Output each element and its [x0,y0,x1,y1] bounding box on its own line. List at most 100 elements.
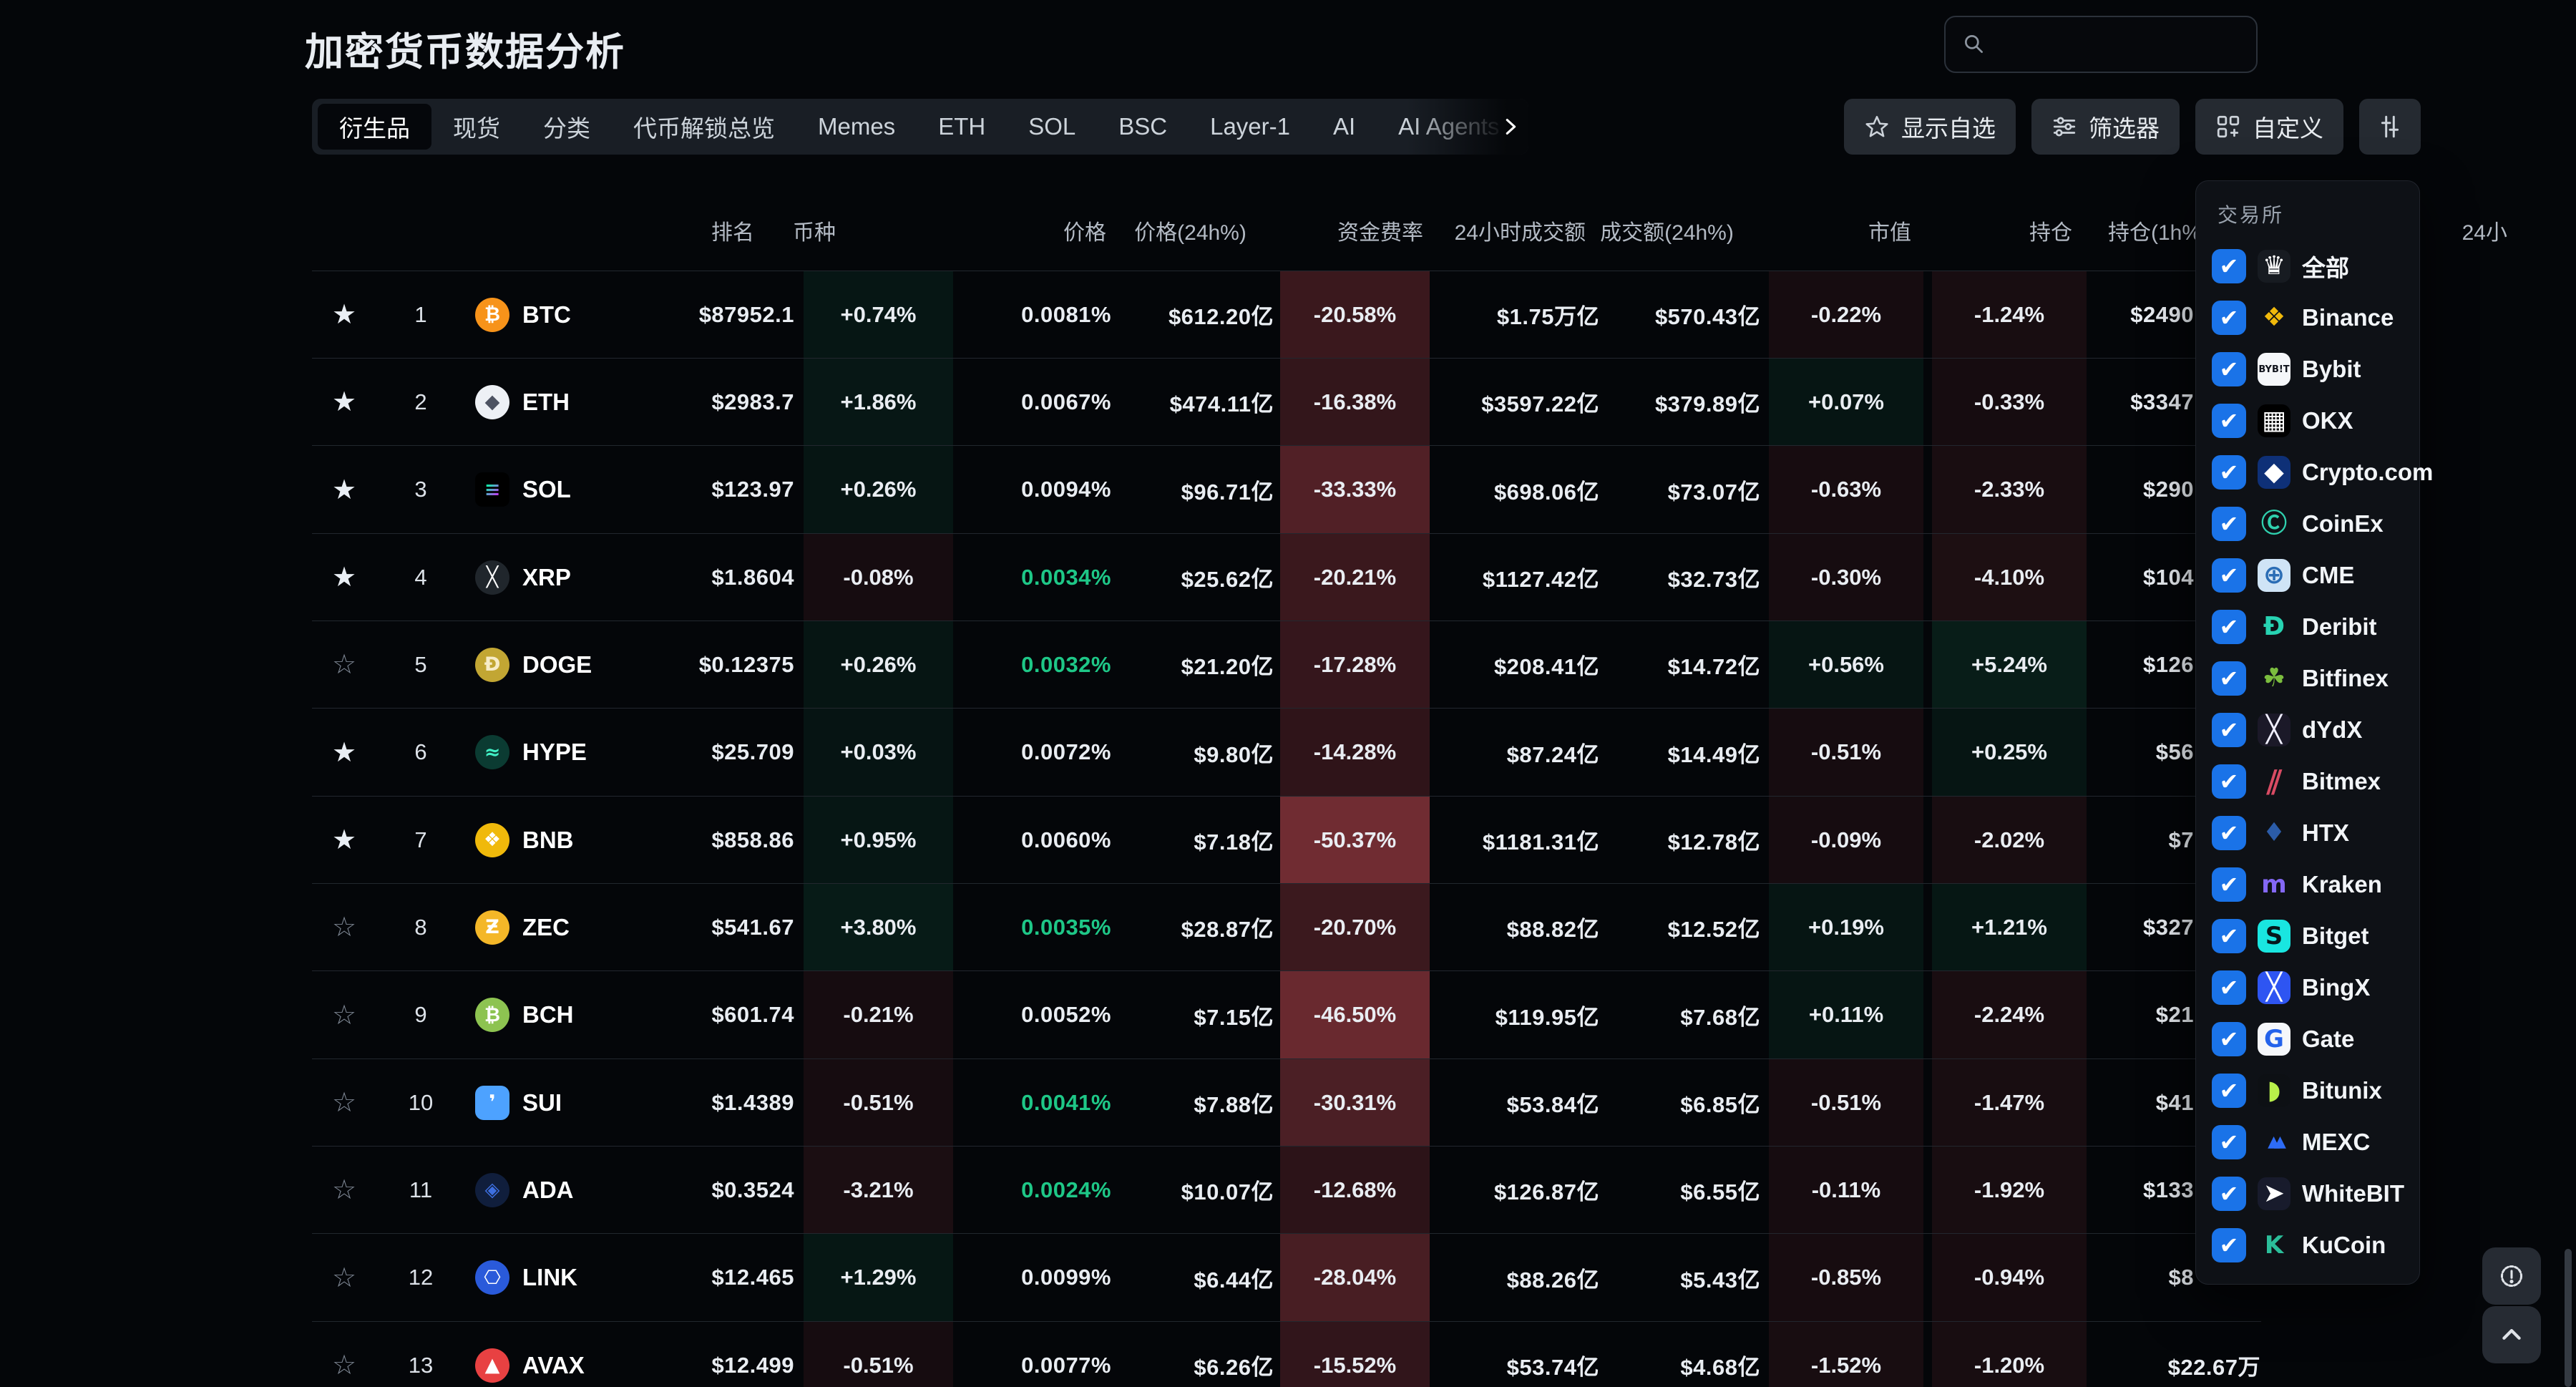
favorite-star[interactable]: ☆ [312,884,376,971]
checkbox-checked-icon[interactable]: ✔ [2212,713,2246,747]
coin-icon: ⎔ [475,1260,509,1295]
checkbox-checked-icon[interactable]: ✔ [2212,970,2246,1005]
exchange-item-Bybit[interactable]: ✔ BYB!T Bybit [2196,344,2419,395]
checkbox-checked-icon[interactable]: ✔ [2212,867,2246,902]
badge-alert-button[interactable] [2482,1247,2541,1305]
exchange-label: Bitmex [2302,768,2381,795]
table-row[interactable]: ★ 6 ≈ HYPE $25.709 +0.03% 0.0072% $9.80亿… [312,708,2261,796]
oi-change-1h: +0.11% [1769,971,1923,1058]
header-price[interactable]: 价格 [927,190,1106,270]
exchange-item-Deribit[interactable]: ✔ Đ Deribit [2196,601,2419,653]
exchange-item-WhiteBIT[interactable]: ✔ ➤ WhiteBIT [2196,1168,2419,1220]
market-cap: $1181.31亿 [1431,797,1599,884]
table-row[interactable]: ★ 7 ❖ BNB $858.86 +0.95% 0.0060% $7.18亿 … [312,796,2261,884]
favorite-star[interactable]: ★ [312,271,376,359]
exchange-item-Bitunix[interactable]: ✔ ◗ Bitunix [2196,1065,2419,1116]
coin-icon: Ƶ [475,910,509,945]
checkbox-checked-icon[interactable]: ✔ [2212,352,2246,386]
exchange-item-dYdX[interactable]: ✔ ╳ dYdX [2196,704,2419,756]
exchange-item-Gate[interactable]: ✔ G Gate [2196,1013,2419,1065]
favorite-star[interactable]: ★ [312,797,376,884]
exchange-item-Bitfinex[interactable]: ✔ ☘ Bitfinex [2196,653,2419,704]
checkbox-checked-icon[interactable]: ✔ [2212,661,2246,696]
exchange-item-Binance[interactable]: ✔ ❖ Binance [2196,292,2419,344]
header-rank[interactable]: 排名 [698,190,767,270]
favorite-star[interactable]: ★ [312,446,376,533]
favorite-star[interactable]: ☆ [312,1322,376,1387]
tabs-scroll-right-icon[interactable] [1500,116,1521,137]
header-funding[interactable]: 资金费率 [1264,190,1423,270]
oi-change-1h: -0.63% [1769,446,1923,533]
favorite-star[interactable]: ☆ [312,1147,376,1234]
funding-rate: 0.0041% [952,1059,1111,1147]
back-to-top-button[interactable] [2482,1306,2541,1363]
table-row[interactable]: ★ 4 ╳ XRP $1.8604 -0.08% 0.0034% $25.62亿… [312,533,2261,621]
exchange-item-Bitget[interactable]: ✔ S Bitget [2196,910,2419,962]
checkbox-checked-icon[interactable]: ✔ [2212,919,2246,953]
exchange-item-Bitmex[interactable]: ✔ ∥ Bitmex [2196,756,2419,807]
table-row[interactable]: ☆ 5 Ð DOGE $0.12375 +0.26% 0.0032% $21.2… [312,620,2261,709]
exchange-item-KuCoin[interactable]: ✔ K KuCoin [2196,1220,2419,1271]
checkbox-checked-icon[interactable]: ✔ [2212,764,2246,799]
checkbox-checked-icon[interactable]: ✔ [2212,507,2246,541]
open-interest: $73.07亿 [1603,446,1760,533]
table-row[interactable]: ☆ 13 ▲ AVAX $12.499 -0.51% 0.0077% $6.26… [312,1321,2261,1387]
market-cap: $1.75万亿 [1431,271,1599,359]
header-market-cap[interactable]: 市值 [1743,190,1911,270]
checkbox-checked-icon[interactable]: ✔ [2212,455,2246,490]
checkbox-checked-icon[interactable]: ✔ [2212,1228,2246,1262]
header-change-24h[interactable]: 价格(24h%) [1116,190,1265,270]
volume-24h: $7.18亿 [1116,797,1274,884]
table-row[interactable]: ★ 3 ≡ SOL $123.97 +0.26% 0.0094% $96.71亿… [312,445,2261,533]
favorite-star[interactable]: ☆ [312,1059,376,1147]
rank-value: 3 [386,446,455,533]
exchange-item-CME[interactable]: ✔ ⊕ CME [2196,550,2419,601]
checkbox-checked-icon[interactable]: ✔ [2212,610,2246,644]
bitmex-exchange-icon: ∥ [2253,765,2296,798]
table-row[interactable]: ☆ 10 ❜ SUI $1.4389 -0.51% 0.0041% $7.88亿… [312,1058,2261,1147]
table-row[interactable]: ★ 2 ◆ ETH $2983.7 +1.86% 0.0067% $474.11… [312,358,2261,446]
table-row[interactable]: ☆ 8 Ƶ ZEC $541.67 +3.80% 0.0035% $28.87亿… [312,883,2261,971]
favorite-star[interactable]: ★ [312,709,376,796]
exchange-panel: 交易所 ✔ ♛ 全部 ✔ ❖ Binance ✔ BYB!T Bybit ✔ ▦… [2195,180,2420,1285]
checkbox-checked-icon[interactable]: ✔ [2212,816,2246,850]
coin-symbol: SUI [522,1089,562,1116]
table-row[interactable]: ☆ 12 ⎔ LINK $12.465 +1.29% 0.0099% $6.44… [312,1233,2261,1321]
volume-change-24h: -20.70% [1280,884,1430,971]
checkbox-checked-icon[interactable]: ✔ [2212,558,2246,593]
price-value: $1.8604 [615,534,794,621]
header-volume-change[interactable]: 成交额(24h%) [1592,190,1742,270]
exchange-item-CoinEx[interactable]: ✔ Ⓒ CoinEx [2196,498,2419,550]
checkbox-checked-icon[interactable]: ✔ [2212,404,2246,438]
favorite-star[interactable]: ★ [312,359,376,446]
favorite-star[interactable]: ☆ [312,1234,376,1321]
funding-rate: 0.0067% [952,359,1111,446]
header-open-interest[interactable]: 持仓 [1915,190,2072,270]
favorite-star[interactable]: ☆ [312,621,376,709]
market-cap: $1127.42亿 [1431,534,1599,621]
exchange-item-Crypto.com[interactable]: ✔ ◆ Crypto.com [2196,447,2419,498]
checkbox-checked-icon[interactable]: ✔ [2212,1074,2246,1108]
exchange-item-全部[interactable]: ✔ ♛ 全部 [2196,240,2419,292]
price-change-24h: +0.74% [804,271,953,359]
rank-value: 7 [386,797,455,884]
crypto-com-exchange-icon: ◆ [2258,456,2290,489]
exchange-item-BingX[interactable]: ✔ ╳ BingX [2196,962,2419,1013]
favorite-star[interactable]: ★ [312,534,376,621]
checkbox-checked-icon[interactable]: ✔ [2212,1022,2246,1056]
table-row[interactable]: ☆ 9 ₿ BCH $601.74 -0.21% 0.0052% $7.15亿 … [312,970,2261,1058]
table-row[interactable]: ★ 1 ₿ BTC $87952.1 +0.74% 0.0081% $612.2… [312,271,2261,359]
checkbox-checked-icon[interactable]: ✔ [2212,1125,2246,1159]
checkbox-checked-icon[interactable]: ✔ [2212,1177,2246,1211]
exchange-item-Kraken[interactable]: ✔ m Kraken [2196,859,2419,910]
table-row[interactable]: ☆ 11 ◈ ADA $0.3524 -3.21% 0.0024% $10.07… [312,1146,2261,1234]
exchange-item-OKX[interactable]: ✔ ▦ OKX [2196,395,2419,447]
page-scrollbar-thumb[interactable] [2565,1249,2572,1387]
favorite-star[interactable]: ☆ [312,971,376,1058]
exchange-item-HTX[interactable]: ✔ ♦ HTX [2196,807,2419,859]
header-volume-24h[interactable]: 24小时成交额 [1428,190,1586,270]
checkbox-checked-icon[interactable]: ✔ [2212,301,2246,335]
exchange-item-MEXC[interactable]: ✔ ▲▲ MEXC [2196,1116,2419,1168]
checkbox-checked-icon[interactable]: ✔ [2212,249,2246,283]
market-cap: $119.95亿 [1431,971,1599,1058]
